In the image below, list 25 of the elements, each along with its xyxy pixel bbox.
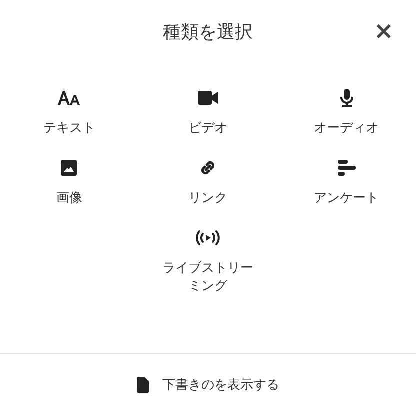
type-option[interactable]: 画像 bbox=[22, 158, 116, 208]
close-button[interactable]: × bbox=[370, 18, 398, 44]
option-label: テキスト bbox=[42, 120, 96, 138]
microphone-icon bbox=[340, 89, 354, 107]
show-drafts-button[interactable]: 下書きのを表示する bbox=[136, 376, 280, 394]
text-size-icon bbox=[57, 90, 82, 106]
type-option[interactable]: オーディオ bbox=[300, 88, 394, 138]
type-option[interactable]: アンケート bbox=[300, 158, 394, 208]
option-label: ビデオ bbox=[187, 120, 228, 138]
dialog-title: 種類を選択 bbox=[163, 21, 253, 44]
image-icon bbox=[61, 160, 78, 176]
bar-lines-icon bbox=[338, 160, 356, 176]
option-label: 画像 bbox=[55, 190, 84, 208]
type-option[interactable]: リンク bbox=[160, 158, 255, 208]
option-label: オーディオ bbox=[313, 120, 380, 138]
option-label: ライブストリーミング bbox=[161, 260, 254, 296]
option-label: リンク bbox=[187, 190, 228, 208]
video-camera-icon bbox=[198, 90, 218, 106]
type-option[interactable]: テキスト bbox=[22, 88, 116, 138]
broadcast-icon bbox=[196, 230, 220, 246]
type-option[interactable]: ビデオ bbox=[160, 88, 255, 138]
option-label: アンケート bbox=[313, 190, 380, 208]
link-icon bbox=[198, 159, 217, 177]
document-icon bbox=[136, 377, 148, 393]
type-option[interactable]: ライブストリーミング bbox=[160, 228, 255, 296]
